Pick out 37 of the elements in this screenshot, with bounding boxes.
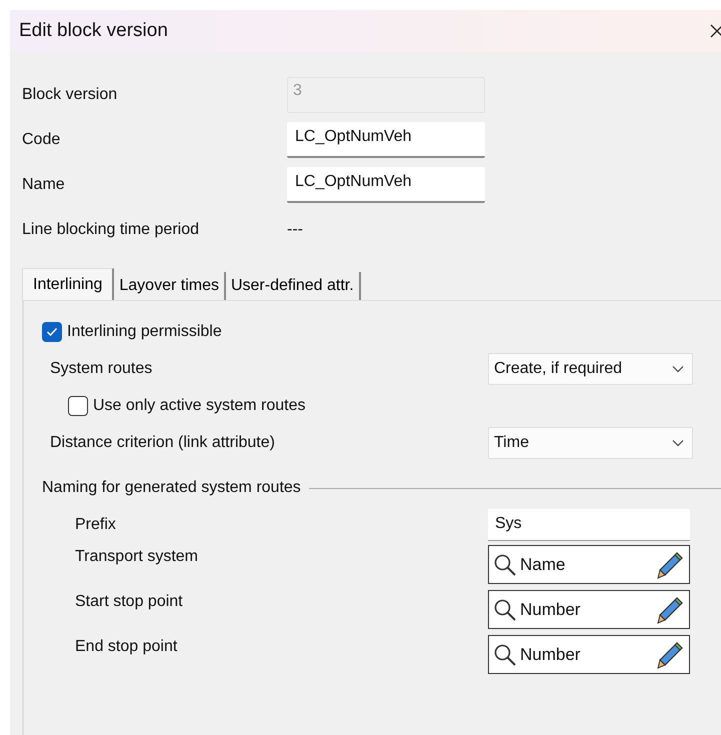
pencil-icon[interactable] (655, 594, 685, 624)
field-label: Line blocking time period (22, 220, 200, 240)
field-label: Transport system (75, 547, 198, 566)
input-field[interactable]: LC_OptNumVeh (287, 166, 485, 202)
input-field[interactable]: LC_OptNumVeh (287, 122, 485, 158)
input-field[interactable]: Sys (488, 509, 690, 541)
checkbox-label: Interlining permissible (67, 323, 222, 341)
close-icon[interactable] (710, 24, 721, 38)
group-title: Naming for generated system routes (42, 479, 301, 497)
tab[interactable]: Interlining (22, 268, 114, 300)
attribute-picker[interactable]: Number (488, 635, 690, 674)
checkbox[interactable] (68, 396, 88, 416)
field-label: Distance criterion (link attribute) (50, 434, 275, 452)
field-label: Name (22, 175, 66, 195)
field-label: Prefix (75, 516, 116, 534)
pencil-icon[interactable] (655, 640, 685, 670)
readonly-field: 3 (287, 76, 485, 112)
dropdown[interactable]: Time (488, 427, 693, 459)
checkbox-label: Use only active system routes (93, 397, 306, 415)
field-label: Start stop point (75, 592, 183, 611)
chevron-icon (672, 365, 684, 373)
search-icon (493, 552, 517, 576)
chevron-icon (672, 439, 684, 447)
checkbox[interactable] (42, 322, 62, 342)
search-icon (493, 598, 517, 622)
check-icon (46, 327, 58, 337)
dropdown[interactable]: Create, if required (488, 353, 693, 385)
attribute-picker[interactable]: Name (488, 545, 690, 584)
field-label: Block version (22, 85, 118, 105)
search-icon (493, 642, 517, 666)
field-label: System routes (50, 360, 152, 378)
field-label: End stop point (75, 637, 178, 656)
pencil-icon[interactable] (655, 550, 685, 580)
field-value: --- (287, 220, 304, 238)
window-title: Edit block version (19, 20, 168, 42)
field-label: Code (22, 130, 62, 150)
attribute-picker[interactable]: Number (488, 590, 690, 629)
